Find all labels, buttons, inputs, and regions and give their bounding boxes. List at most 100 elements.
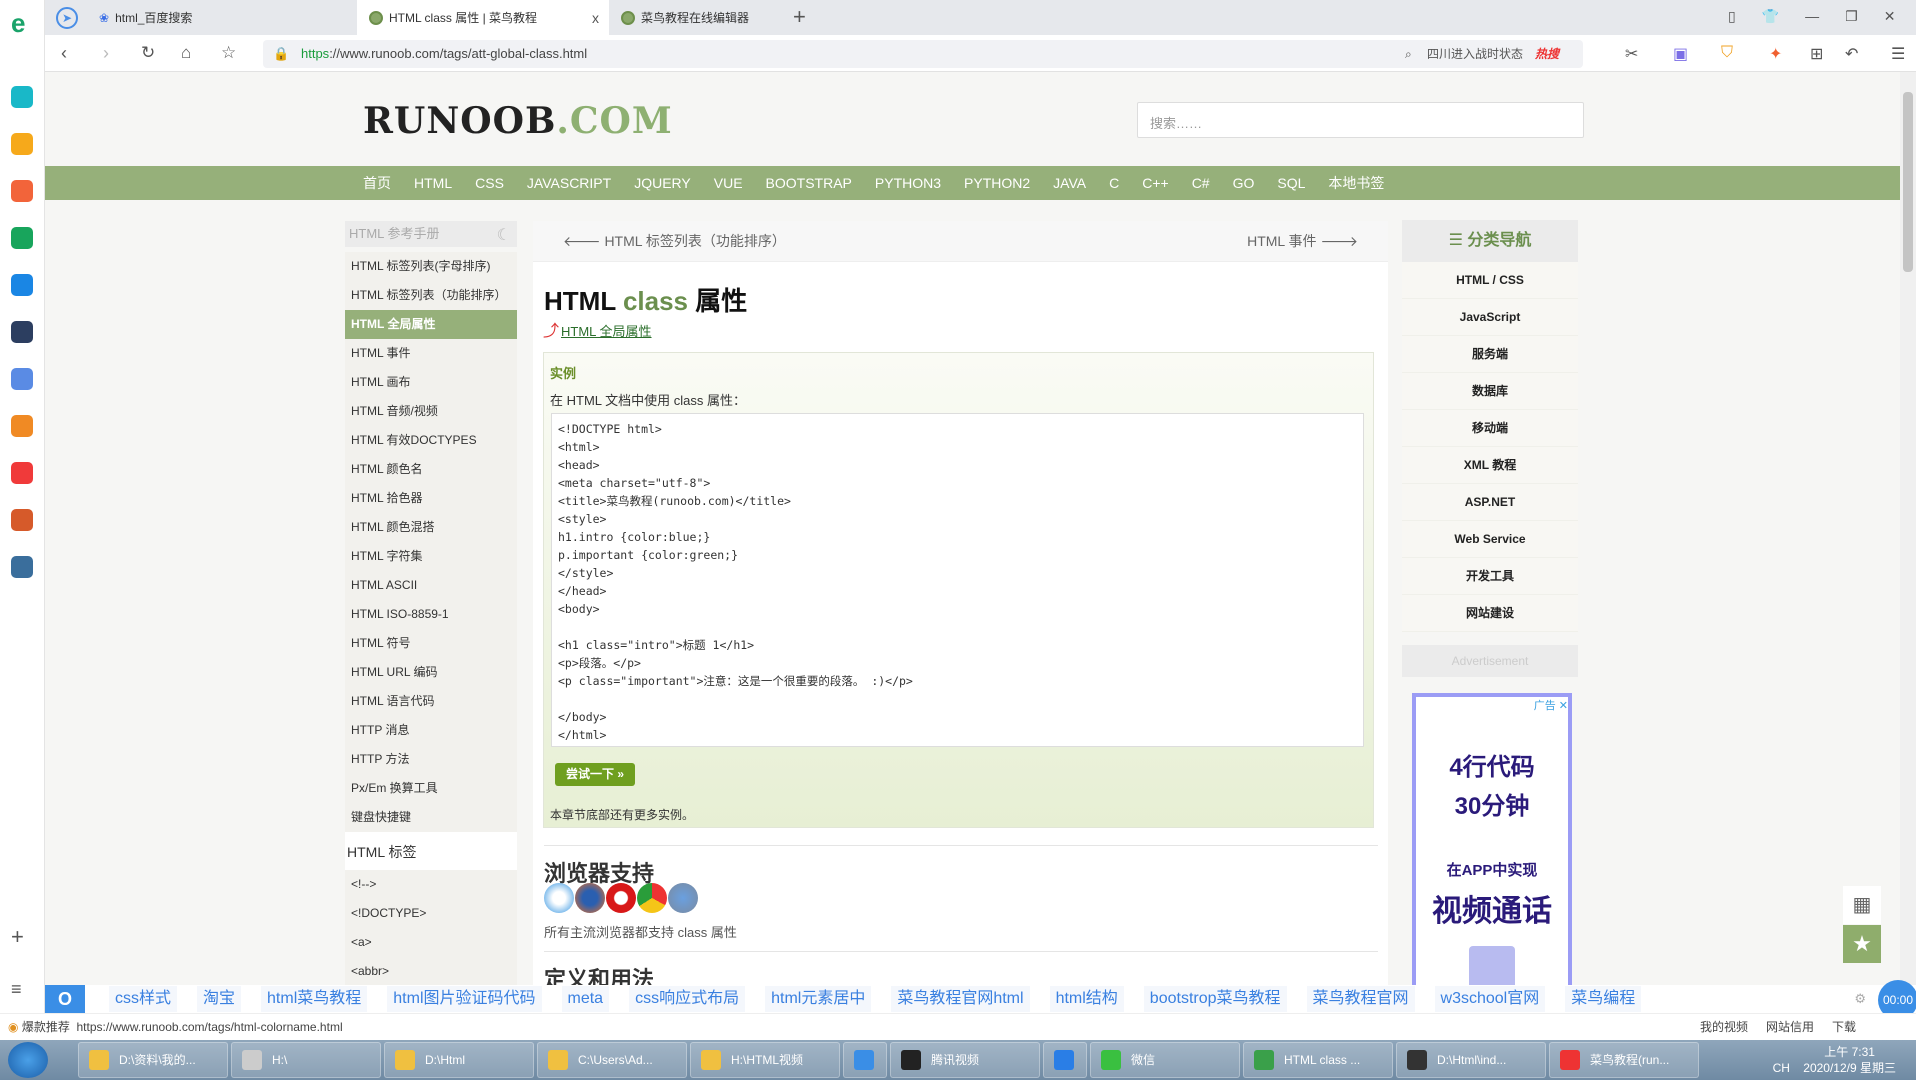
nav-item[interactable]: SQL — [1277, 166, 1305, 200]
taskbar-item[interactable] — [843, 1042, 887, 1078]
hot-search-item[interactable]: css响应式布局 — [629, 986, 746, 1012]
next-link[interactable]: HTML 事件 🡒 — [1247, 221, 1358, 261]
taskbar-item[interactable]: H:\ — [231, 1042, 381, 1078]
category-nav-item[interactable]: 服务端 — [1402, 336, 1578, 373]
site-search-input[interactable]: 搜索…… — [1137, 102, 1584, 138]
scissors-icon[interactable]: ✂ — [1625, 44, 1638, 64]
nav-item[interactable]: C++ — [1142, 166, 1168, 200]
bookmark-star-icon[interactable]: ☆ — [221, 43, 236, 63]
clock-time[interactable]: 上午 7:31 — [1824, 1045, 1875, 1059]
close-ad-icon[interactable]: ✕ — [1559, 700, 1568, 712]
sidebar-item[interactable]: HTML 拾色器 — [345, 484, 517, 513]
sidebar-item[interactable]: HTML 事件 — [345, 339, 517, 368]
hot-search-item[interactable]: html结构 — [1049, 986, 1124, 1012]
category-nav-item[interactable]: JavaScript — [1402, 299, 1578, 336]
tab-html-class[interactable]: HTML class 属性 | 菜鸟教程 x — [357, 0, 609, 35]
hot-search-item[interactable]: html菜鸟教程 — [261, 986, 368, 1012]
category-nav-item[interactable]: ASP.NET — [1402, 484, 1578, 521]
category-nav-item[interactable]: 数据库 — [1402, 373, 1578, 410]
app-icon[interactable] — [11, 462, 33, 484]
nav-item[interactable]: JAVA — [1053, 166, 1086, 200]
nav-item[interactable]: VUE — [714, 166, 743, 200]
sidebar-item[interactable]: HTML 颜色名 — [345, 455, 517, 484]
app-icon[interactable] — [11, 321, 33, 343]
sidebar-tag-item[interactable]: <!DOCTYPE> — [345, 899, 517, 928]
menu-icon[interactable]: ☰ — [1891, 44, 1905, 64]
sidebar-item[interactable]: HTML 标签列表(字母排序) — [345, 252, 517, 281]
game-icon[interactable] — [11, 509, 33, 531]
site-credit-link[interactable]: 网站信用 — [1766, 1014, 1814, 1041]
menu-icon[interactable]: ≡ — [11, 978, 33, 1000]
sidebar-item[interactable]: HTML ASCII — [345, 571, 517, 600]
sidebar-item[interactable]: HTML 音频/视频 — [345, 397, 517, 426]
advertisement[interactable]: 广告 ✕ 4行代码 30分钟 在APP中实现 视频通话 — [1412, 693, 1572, 1006]
mail-icon[interactable] — [11, 227, 33, 249]
category-nav-item[interactable]: 网站建设 — [1402, 595, 1578, 632]
taskbar-item[interactable] — [1043, 1042, 1087, 1078]
hot-search-item[interactable]: 淘宝 — [197, 986, 242, 1012]
try-it-button[interactable]: 尝试一下 » — [555, 763, 635, 786]
sidebar-item[interactable]: HTTP 方法 — [345, 745, 517, 774]
clock-date[interactable]: 2020/12/9 星期三 — [1803, 1061, 1896, 1075]
vertical-scrollbar[interactable] — [1900, 72, 1916, 985]
weibo-icon[interactable] — [11, 180, 33, 202]
skin-icon[interactable]: 👕 — [1762, 8, 1779, 25]
sidebar-item[interactable]: HTML 颜色混搭 — [345, 513, 517, 542]
nav-item[interactable]: CSS — [475, 166, 504, 200]
my-video-link[interactable]: 我的视频 — [1700, 1014, 1748, 1041]
minimize-icon[interactable]: — — [1805, 8, 1819, 25]
nav-item[interactable]: C — [1109, 166, 1119, 200]
category-nav-item[interactable]: XML 教程 — [1402, 447, 1578, 484]
nav-item[interactable]: C# — [1192, 166, 1210, 200]
url-input[interactable]: 🔒 https://www.runoob.com/tags/att-global-… — [263, 40, 1433, 68]
nav-item[interactable]: BOOTSTRAP — [766, 166, 852, 200]
hot-search-item[interactable]: 菜鸟编程 — [1565, 986, 1642, 1012]
add-icon[interactable]: + — [11, 926, 33, 948]
navigation-icon[interactable]: ➤ — [56, 7, 78, 29]
taskbar-item[interactable]: 腾讯视频 — [890, 1042, 1040, 1078]
shield-icon[interactable]: ⛉ — [1721, 44, 1733, 62]
nav-item[interactable]: 首页 — [363, 166, 391, 200]
hot-search-item[interactable]: html图片验证码代码 — [387, 986, 542, 1012]
app-icon[interactable] — [11, 368, 33, 390]
undo-icon[interactable]: ↶ — [1845, 44, 1858, 64]
home-icon[interactable]: ⌂ — [181, 43, 191, 63]
nav-item[interactable]: GO — [1233, 166, 1255, 200]
game-icon[interactable]: ✦ — [1769, 44, 1782, 64]
new-tab-button[interactable]: + — [793, 4, 806, 30]
back-icon[interactable]: ‹ — [61, 43, 67, 64]
sidebar-item[interactable]: HTML 画布 — [345, 368, 517, 397]
sidebar-item[interactable]: 键盘快捷键 — [345, 803, 517, 832]
category-nav-item[interactable]: Web Service — [1402, 521, 1578, 558]
sidebar-item[interactable]: HTML 符号 — [345, 629, 517, 658]
sidebar-item[interactable]: HTML 字符集 — [345, 542, 517, 571]
back-link[interactable]: ⤴ HTML 全局属性 — [543, 321, 652, 340]
game-icon[interactable] — [11, 556, 33, 578]
taskbar-item[interactable]: C:\Users\Ad... — [537, 1042, 687, 1078]
grid-icon[interactable]: ⊞ — [1810, 44, 1823, 64]
sidebar-item[interactable]: HTML 全局属性 — [345, 310, 517, 339]
hot-search-item[interactable]: 菜鸟教程官网html — [891, 986, 1030, 1012]
start-button[interactable] — [8, 1042, 48, 1078]
nav-item[interactable]: PYTHON2 — [964, 166, 1030, 200]
taskbar-item[interactable]: 微信 — [1090, 1042, 1240, 1078]
reload-icon[interactable]: ↻ — [141, 43, 155, 63]
close-tab-icon[interactable]: x — [592, 10, 599, 26]
taskbar-item[interactable]: HTML class ... — [1243, 1042, 1393, 1078]
nav-item[interactable]: 本地书签 — [1328, 166, 1384, 200]
site-logo[interactable]: RUNOOB.COM — [363, 100, 673, 142]
category-nav-item[interactable]: 移动端 — [1402, 410, 1578, 447]
search-logo-icon[interactable]: O — [45, 985, 85, 1013]
nav-item[interactable]: JQUERY — [634, 166, 691, 200]
hot-search-box[interactable]: ⌕ 四川进入战时状态 热搜 — [1397, 40, 1583, 68]
taskbar-item[interactable]: D:\Html — [384, 1042, 534, 1078]
sidebar-item[interactable]: HTML 有效DOCTYPES — [345, 426, 517, 455]
nav-item[interactable]: PYTHON3 — [875, 166, 941, 200]
qr-code-icon[interactable]: ▦ — [1843, 886, 1881, 924]
hot-search-item[interactable]: meta — [561, 986, 610, 1012]
nav-item[interactable]: HTML — [414, 166, 452, 200]
sidebar-tag-item[interactable]: <a> — [345, 928, 517, 957]
taskbar-item[interactable]: D:\资料\我的... — [78, 1042, 228, 1078]
sidebar-item[interactable]: HTML 标签列表（功能排序） — [345, 281, 517, 310]
sidebar-item[interactable]: HTML ISO-8859-1 — [345, 600, 517, 629]
